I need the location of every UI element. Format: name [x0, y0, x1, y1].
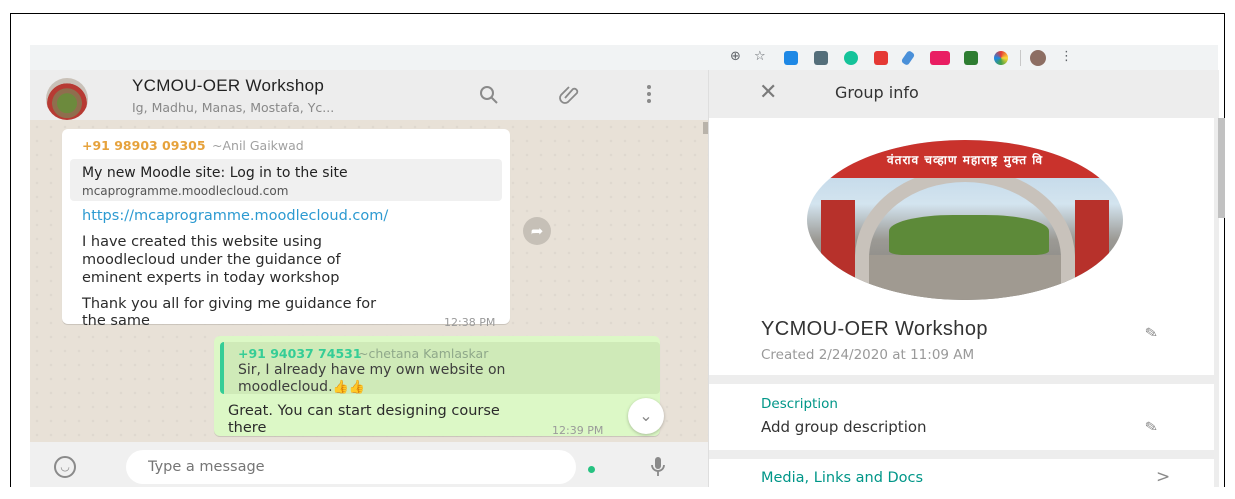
- quoted-message[interactable]: +91 94037 74531 ~chetana Kamlaskar Sir, …: [220, 342, 660, 396]
- message-time: 12:38 PM: [444, 316, 496, 329]
- ext-gmail-icon[interactable]: [874, 51, 888, 65]
- edit-description-icon[interactable]: ✎: [1144, 417, 1160, 437]
- ext-green-icon[interactable]: [964, 51, 978, 65]
- browser-toolbar: ⊕ ☆ ⋮: [30, 45, 1218, 71]
- message-link[interactable]: https://mcaprogramme.moodlecloud.com/: [82, 208, 388, 224]
- group-avatar[interactable]: [46, 78, 88, 120]
- info-title: Group info: [835, 83, 919, 102]
- message-input[interactable]: [126, 450, 576, 484]
- thumbs-up-emoji: 👍👍: [332, 380, 365, 395]
- link-preview-title: My new Moodle site: Log in to the site: [82, 165, 348, 181]
- sender-phone[interactable]: +91 98903 09305: [82, 138, 206, 153]
- message-text-line: Great. You can start designing course: [228, 403, 500, 419]
- attach-icon[interactable]: [557, 82, 581, 106]
- mic-icon[interactable]: [650, 456, 666, 478]
- media-label: Media, Links and Docs: [761, 470, 924, 486]
- message-text-line: there: [228, 420, 267, 436]
- link-preview-url: mcaprogramme.moodlecloud.com: [82, 184, 289, 198]
- edit-name-icon[interactable]: ✎: [1144, 323, 1160, 343]
- close-icon[interactable]: ✕: [759, 80, 777, 105]
- zoom-icon[interactable]: ⊕: [730, 49, 741, 65]
- group-profile-card: वंतराव चव्हाण महाराष्ट्र मुक्त वि YCMOU-…: [709, 118, 1214, 375]
- emoji-icon[interactable]: ◡: [54, 456, 76, 478]
- menu-icon[interactable]: [646, 84, 652, 104]
- star-icon[interactable]: ☆: [754, 49, 766, 65]
- description-label: Description: [761, 396, 838, 412]
- forward-icon[interactable]: ➦: [523, 217, 551, 245]
- group-photo[interactable]: वंतराव चव्हाण महाराष्ट्र मुक्त वि: [807, 140, 1123, 300]
- link-preview[interactable]: My new Moodle site: Log in to the site m…: [70, 159, 502, 201]
- photo-pillar: [821, 200, 855, 300]
- quote-name: ~chetana Kamlaskar: [358, 346, 489, 361]
- toolbar-separator: [1020, 50, 1021, 66]
- search-icon[interactable]: [478, 84, 500, 106]
- profile-avatar[interactable]: [1030, 50, 1046, 66]
- menu-kebab-icon[interactable]: ⋮: [1060, 49, 1073, 65]
- info-scrollbar[interactable]: [1218, 118, 1225, 218]
- message-text-line: Thank you all for giving me guidance for: [82, 296, 377, 312]
- quote-line: Sir, I already have my own website on: [238, 362, 506, 378]
- conversation-panel[interactable]: +91 98903 09305 ~Anil Gaikwad My new Moo…: [30, 120, 708, 442]
- status-dot: [588, 466, 595, 473]
- scroll-down-button[interactable]: ⌄: [628, 398, 664, 434]
- media-links-docs[interactable]: Media, Links and Docs >: [709, 459, 1214, 499]
- photo-pillar: [1075, 200, 1109, 300]
- ext-pen-icon[interactable]: [900, 49, 916, 67]
- group-created: Created 2/24/2020 at 11:09 AM: [761, 347, 975, 363]
- photo-sign: वंतराव चव्हाण महाराष्ट्र मुक्त वि: [807, 140, 1123, 178]
- ext-color-icon[interactable]: [994, 51, 1008, 65]
- description-card[interactable]: Description Add group description ✎: [709, 384, 1214, 450]
- composer: ◡: [30, 442, 708, 487]
- quote-text: Sir, I already have my own website on mo…: [238, 362, 505, 396]
- sender-name: ~Anil Gaikwad: [212, 138, 304, 153]
- photo-arch: [855, 168, 1075, 300]
- message-time: 12:39 PM: [552, 424, 604, 437]
- info-header: ✕ Group info: [709, 70, 1219, 118]
- chat-header[interactable]: YCMOU-OER Workshop Ig, Madhu, Manas, Mos…: [30, 70, 708, 120]
- ext-reader-icon[interactable]: [814, 51, 828, 65]
- chat-title[interactable]: YCMOU-OER Workshop: [132, 76, 324, 96]
- ext-drive-icon[interactable]: [784, 51, 798, 65]
- ext-grammarly-icon[interactable]: [844, 51, 858, 65]
- message-text-line: I have created this website using: [82, 234, 322, 250]
- group-name: YCMOU-OER Workshop: [761, 318, 988, 340]
- chevron-right-icon: >: [1156, 467, 1171, 487]
- message-text-line: moodlecloud under the guidance of: [82, 252, 341, 268]
- ext-translate-icon[interactable]: [930, 51, 950, 65]
- group-info-panel: ✕ Group info वंतराव चव्हाण महाराष्ट्र मु…: [708, 70, 1219, 499]
- message-text-line: eminent experts in today workshop: [82, 270, 340, 286]
- chat-members[interactable]: Ig, Madhu, Manas, Mostafa, Yc...: [132, 100, 334, 115]
- message-text-line: the same: [82, 313, 150, 329]
- quote-line: moodlecloud.: [238, 379, 333, 395]
- quote-phone: +91 94037 74531: [238, 346, 362, 361]
- incoming-message[interactable]: +91 98903 09305 ~Anil Gaikwad My new Moo…: [62, 129, 510, 329]
- outgoing-message[interactable]: +91 94037 74531 ~chetana Kamlaskar Sir, …: [214, 336, 660, 437]
- description-value[interactable]: Add group description: [761, 418, 927, 436]
